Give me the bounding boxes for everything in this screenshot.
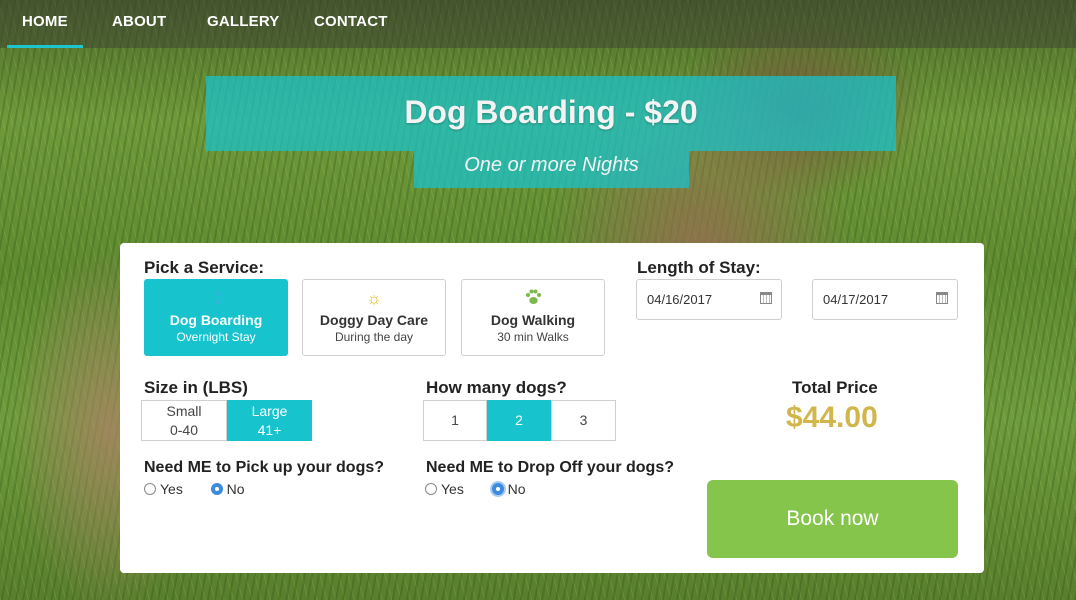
hero-subtitle: One or more Nights (414, 151, 689, 188)
dropoff-yes-label: Yes (441, 481, 464, 497)
dog-count-label: How many dogs? (426, 378, 567, 397)
service-name: Dog Boarding (169, 312, 263, 328)
dog-count-option-3[interactable]: 3 (551, 400, 616, 441)
pickup-yes-label: Yes (160, 481, 183, 497)
dropoff-label: Need ME to Drop Off your dogs? (426, 459, 674, 476)
service-desc: Overnight Stay (176, 330, 256, 344)
total-price-label: Total Price (792, 378, 878, 397)
service-desc: 30 min Walks (497, 330, 569, 344)
service-name: Dog Walking (490, 312, 576, 328)
service-option-dog-boarding[interactable]: ☽ Dog Boarding Overnight Stay (144, 279, 288, 356)
pickup-label: Need ME to Pick up your dogs? (144, 459, 385, 476)
size-option-small[interactable]: Small 0-40 (141, 400, 227, 441)
top-navbar: HOME ABOUT GALLERY CONTACT (0, 0, 1076, 48)
length-of-stay-label: Length of Stay: (637, 258, 761, 277)
size-range: 41+ (257, 422, 282, 438)
pickup-no-radio[interactable] (210, 483, 223, 495)
pickup-no-label: No (226, 481, 245, 497)
nav-contact-link[interactable]: CONTACT (314, 0, 388, 48)
start-date-input[interactable]: 04/16/2017 (636, 279, 782, 320)
nav-gallery-link[interactable]: GALLERY (207, 0, 280, 48)
size-label: Size in (LBS) (144, 378, 248, 397)
pickup-options: Yes No (144, 481, 245, 497)
service-label: Pick a Service: (144, 258, 265, 277)
calendar-icon[interactable] (936, 292, 948, 304)
hero-title: Dog Boarding - $20 (206, 76, 896, 151)
nav-home-link[interactable]: HOME (7, 0, 83, 48)
pickup-yes-radio[interactable] (144, 483, 156, 495)
book-now-button[interactable]: Book now (707, 480, 958, 558)
dropoff-yes-radio[interactable] (425, 483, 437, 495)
sun-icon: ☼ (366, 289, 382, 308)
dropoff-no-label: No (507, 481, 526, 497)
end-date-value: 04/17/2017 (823, 292, 889, 307)
dropoff-no-radio[interactable] (491, 483, 504, 495)
size-range: 0-40 (169, 422, 199, 438)
service-option-dog-walking[interactable]: Dog Walking 30 min Walks (461, 279, 605, 356)
size-name: Large (251, 403, 288, 419)
service-desc: During the day (334, 330, 414, 344)
dropoff-options: Yes No (425, 481, 526, 497)
end-date-input[interactable]: 04/17/2017 (812, 279, 958, 320)
dog-count-option-1[interactable]: 1 (423, 400, 487, 441)
moon-icon: ☽ (208, 289, 224, 308)
service-name: Doggy Day Care (319, 312, 429, 328)
size-option-large[interactable]: Large 41+ (227, 400, 312, 441)
booking-form-card: Pick a Service: ☽ Dog Boarding Overnight… (120, 243, 984, 573)
service-option-day-care[interactable]: ☼ Doggy Day Care During the day (302, 279, 446, 356)
size-name: Small (166, 403, 202, 419)
paw-icon (462, 288, 604, 310)
nav-about-link[interactable]: ABOUT (112, 0, 166, 48)
calendar-icon[interactable] (760, 292, 772, 304)
dog-count-option-2[interactable]: 2 (487, 400, 551, 441)
total-price-value: $44.00 (786, 401, 878, 434)
start-date-value: 04/16/2017 (647, 292, 713, 307)
